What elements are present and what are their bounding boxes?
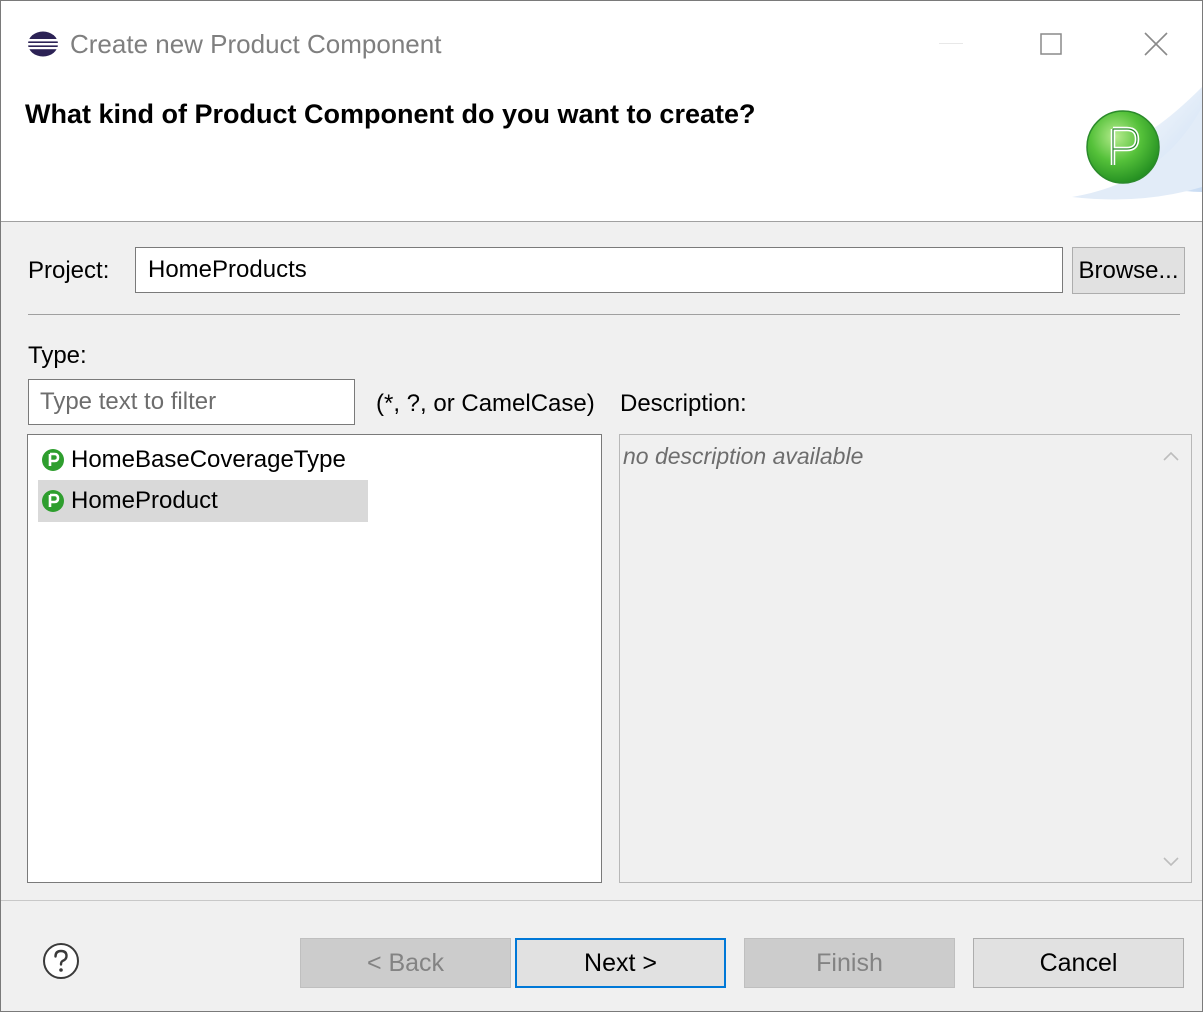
scroll-down-icon[interactable] (1157, 847, 1185, 875)
product-component-icon (1086, 110, 1160, 184)
title-bar[interactable]: Create new Product Component (1, 1, 1202, 87)
next-button[interactable]: Next > (515, 938, 726, 988)
window-title: Create new Product Component (70, 29, 442, 59)
description-box: no description available (619, 434, 1192, 883)
scroll-up-icon[interactable] (1157, 443, 1185, 471)
description-label: Description: (620, 390, 747, 417)
back-button[interactable]: < Back (300, 938, 511, 988)
type-list[interactable]: HomeBaseCoverageType HomeProduct (27, 434, 602, 883)
wizard-heading: What kind of Product Component do you wa… (25, 99, 756, 129)
filter-hint: (*, ?, or CamelCase) (376, 390, 595, 417)
project-label: Project: (28, 257, 110, 284)
list-item-label: HomeBaseCoverageType (71, 446, 346, 473)
cancel-button[interactable]: Cancel (973, 938, 1184, 988)
finish-button[interactable]: Finish (744, 938, 955, 988)
list-item[interactable]: HomeProduct (38, 480, 368, 522)
list-item-label: HomeProduct (71, 487, 218, 514)
product-icon (42, 490, 64, 512)
type-filter-input[interactable] (28, 379, 355, 425)
eclipse-icon (28, 31, 58, 57)
help-icon[interactable] (41, 941, 81, 981)
close-icon (1144, 32, 1168, 56)
type-label: Type: (28, 342, 87, 369)
footer-divider (1, 900, 1202, 901)
minimize-button[interactable] (916, 15, 986, 73)
list-item[interactable]: HomeBaseCoverageType (38, 439, 346, 481)
dialog-window: Create new Product Component What kind o… (0, 0, 1203, 1012)
description-text: no description available (623, 443, 864, 469)
maximize-icon (1040, 33, 1062, 55)
project-field[interactable] (135, 247, 1063, 293)
wizard-banner: What kind of Product Component do you wa… (1, 87, 1202, 222)
browse-button[interactable]: Browse... (1072, 247, 1185, 294)
maximize-button[interactable] (1016, 15, 1086, 73)
section-divider (28, 314, 1180, 315)
product-icon (42, 449, 64, 471)
minimize-icon (939, 43, 963, 44)
close-button[interactable] (1121, 15, 1191, 73)
